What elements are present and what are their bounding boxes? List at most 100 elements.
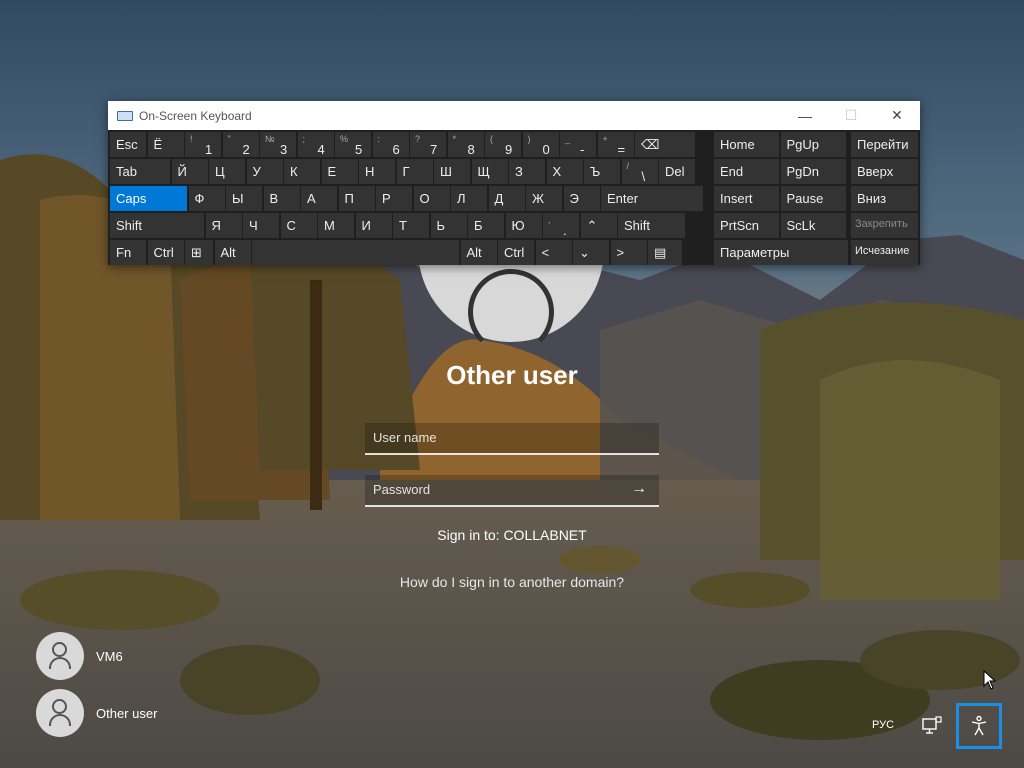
language-indicator[interactable]: РУС <box>872 719 894 731</box>
key-параметры[interactable]: Параметры <box>714 240 848 265</box>
key-с[interactable]: С <box>280 213 317 238</box>
key-п[interactable]: П <box>338 186 375 211</box>
key-label: Ъ <box>590 164 601 179</box>
key-ш[interactable]: Ш <box>434 159 470 184</box>
key-0[interactable]: ) 0 <box>522 132 559 157</box>
key-pgup[interactable]: PgUp <box>780 132 846 157</box>
avatar <box>36 689 84 737</box>
key-к[interactable]: К <box>284 159 320 184</box>
key-menu[interactable]: ▤ <box>648 240 682 265</box>
key-del[interactable]: Del <box>659 159 695 184</box>
key-т[interactable]: Т <box>393 213 429 238</box>
key-г[interactable]: Г <box>396 159 433 184</box>
key-д[interactable]: Д <box>488 186 525 211</box>
key-prtscn[interactable]: PrtScn <box>714 213 779 238</box>
key-ы[interactable]: Ы <box>226 186 262 211</box>
key-space[interactable] <box>252 240 459 265</box>
key-н[interactable]: Н <box>359 159 395 184</box>
key-р[interactable]: Р <box>376 186 412 211</box>
password-input[interactable] <box>365 475 623 503</box>
key-л[interactable]: Л <box>451 186 487 211</box>
key-и[interactable]: И <box>355 213 392 238</box>
username-input[interactable] <box>365 423 623 451</box>
key-ж[interactable]: Ж <box>526 186 562 211</box>
osk-titlebar[interactable]: On-Screen Keyboard — ☐ ✕ <box>108 101 920 130</box>
key-insert[interactable]: Insert <box>714 186 779 211</box>
key-у[interactable]: У <box>246 159 283 184</box>
key-о[interactable]: О <box>413 186 450 211</box>
key-enter[interactable]: Enter <box>601 186 703 211</box>
key-fn[interactable]: Fn <box>110 240 146 265</box>
key-ч[interactable]: Ч <box>243 213 279 238</box>
osk-side-исчезание[interactable]: Исчезание <box>851 240 918 265</box>
key-ё[interactable]: Ё <box>147 132 184 157</box>
key-щ[interactable]: Щ <box>471 159 508 184</box>
key-shift[interactable]: Shift <box>110 213 204 238</box>
key-ъ[interactable]: Ъ <box>584 159 620 184</box>
key-6[interactable]: :6 <box>372 132 409 157</box>
key-з[interactable]: З <box>509 159 545 184</box>
key-э[interactable]: Э <box>563 186 600 211</box>
key-[interactable]: + = <box>597 132 634 157</box>
key-[interactable]: / \ <box>621 159 658 184</box>
key-right-arrow[interactable]: > <box>610 240 647 265</box>
user-tile-other-user[interactable]: Other user <box>36 689 157 737</box>
key-[interactable]: ,. <box>543 213 579 238</box>
key-home[interactable]: Home <box>714 132 779 157</box>
key-3[interactable]: № 3 <box>260 132 296 157</box>
minimize-button[interactable]: — <box>782 101 828 130</box>
key-5[interactable]: % 5 <box>335 132 371 157</box>
osk-side-вверх[interactable]: Вверх <box>851 159 918 184</box>
key-backspace[interactable]: ⌫ <box>635 132 695 157</box>
key-9[interactable]: (9 <box>485 132 521 157</box>
key-е[interactable]: Е <box>321 159 358 184</box>
key-[interactable]: _ - <box>560 132 596 157</box>
key-ю[interactable]: Ю <box>505 213 542 238</box>
key-ctrl[interactable]: Ctrl <box>147 240 184 265</box>
accessibility-button[interactable] <box>956 703 1002 749</box>
key-б[interactable]: Б <box>468 213 504 238</box>
key-shift[interactable]: Shift <box>618 213 685 238</box>
key-alt[interactable]: Alt <box>460 240 497 265</box>
network-icon[interactable] <box>920 714 944 738</box>
key-я[interactable]: Я <box>205 213 242 238</box>
osk-side-вниз[interactable]: Вниз <box>851 186 918 211</box>
key-tab[interactable]: Tab <box>110 159 170 184</box>
on-screen-keyboard-window[interactable]: On-Screen Keyboard — ☐ ✕ Esc Ё! 1 " 2 № 3; 4% 5:… <box>108 101 920 265</box>
key-ф[interactable]: Ф <box>188 186 225 211</box>
key-2[interactable]: " 2 <box>222 132 259 157</box>
user-tile-vm6[interactable]: VM6 <box>36 632 123 680</box>
key-а[interactable]: А <box>301 186 337 211</box>
key-х[interactable]: Х <box>546 159 583 184</box>
osk-side-перейти[interactable]: Перейти <box>851 132 918 157</box>
close-button[interactable]: ✕ <box>874 101 920 130</box>
maximize-button[interactable]: ☐ <box>828 101 874 130</box>
key-8[interactable]: * 8 <box>447 132 484 157</box>
other-domain-link[interactable]: How do I sign in to another domain? <box>0 574 1024 590</box>
key-label: Ю <box>511 218 525 233</box>
key-label: ScLk <box>786 218 816 233</box>
key-в[interactable]: В <box>263 186 300 211</box>
key-up-arrow[interactable]: ⌃ <box>580 213 617 238</box>
key-end[interactable]: End <box>714 159 779 184</box>
key-esc[interactable]: Esc <box>110 132 146 157</box>
key-pgdn[interactable]: PgDn <box>780 159 846 184</box>
key-sclk[interactable]: ScLk <box>780 213 846 238</box>
key-ь[interactable]: Ь <box>430 213 467 238</box>
key-left-arrow[interactable]: < <box>535 240 572 265</box>
key-ctrl[interactable]: Ctrl <box>498 240 534 265</box>
key-alt[interactable]: Alt <box>214 240 251 265</box>
submit-arrow-icon[interactable]: → <box>631 480 647 498</box>
key-pause[interactable]: Pause <box>780 186 846 211</box>
key-7[interactable]: ? 7 <box>410 132 446 157</box>
key-label: 0 <box>542 142 550 157</box>
key-caps[interactable]: Caps <box>110 186 187 211</box>
key-windows[interactable]: ⊞ <box>185 240 213 265</box>
key-1[interactable]: ! 1 <box>185 132 221 157</box>
key-й[interactable]: Й <box>171 159 208 184</box>
key-м[interactable]: М <box>318 213 354 238</box>
key-ц[interactable]: Ц <box>209 159 245 184</box>
key-4[interactable]: ; 4 <box>297 132 334 157</box>
key-down-arrow[interactable]: ⌄ <box>573 240 609 265</box>
osk-side-закрепить[interactable]: Закрепить <box>851 213 918 238</box>
